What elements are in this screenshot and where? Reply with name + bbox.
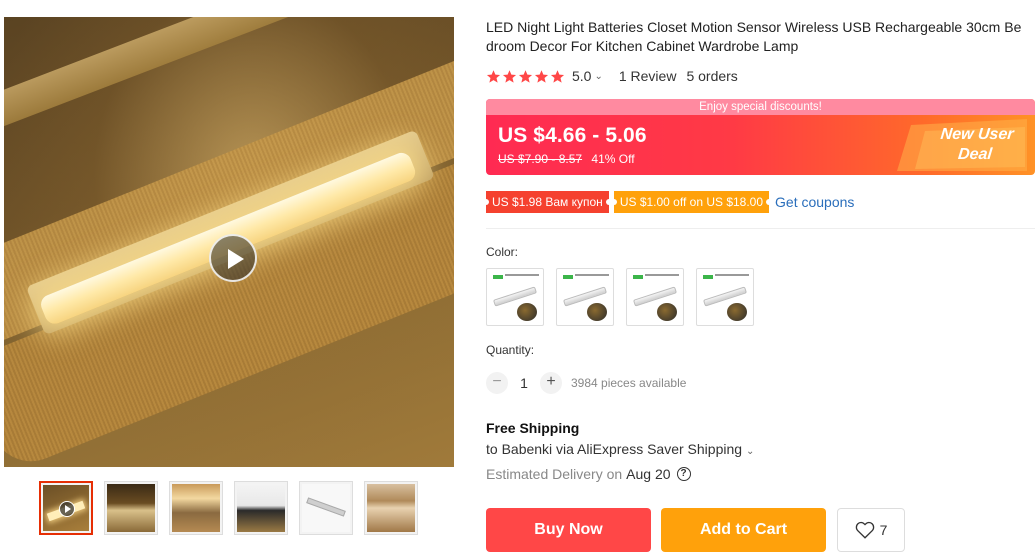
- rating-stars: [486, 69, 565, 84]
- quantity-decrease-button[interactable]: −: [486, 372, 508, 394]
- star-icon: [518, 69, 533, 83]
- reviews-link[interactable]: 1 Review: [619, 68, 677, 84]
- swatch-tag: [493, 275, 503, 279]
- chevron-down-icon[interactable]: ⌄: [594, 71, 602, 82]
- play-icon: [228, 249, 244, 269]
- thumbnail-2[interactable]: [104, 481, 158, 535]
- swatch-caption: [715, 274, 749, 276]
- quantity-stepper: − 1 + 3984 pieces available: [486, 372, 686, 394]
- thumbnail-3[interactable]: [169, 481, 223, 535]
- quantity-label: Quantity:: [486, 343, 535, 357]
- promo-price-banner: Enjoy special discounts! US $4.66 - 5.06…: [486, 99, 1035, 175]
- shipping-detail: to Babenki via AliExpress Saver Shipping: [486, 441, 743, 457]
- thumbnail-6[interactable]: [364, 481, 418, 535]
- product-title-line-2: droom Decor For Kitchen Cabinet Wardrobe…: [486, 38, 799, 54]
- star-icon: [534, 69, 549, 83]
- product-title-line-1: LED Night Light Batteries Closet Motion …: [486, 19, 1022, 35]
- rating-value[interactable]: 5.0: [572, 68, 591, 84]
- divider: [486, 228, 1035, 229]
- thumbnail-image: [172, 484, 220, 532]
- play-video-button[interactable]: [209, 234, 257, 282]
- current-price: US $4.66 - 5.06: [498, 124, 647, 147]
- swatch-light-dot: [587, 303, 607, 321]
- play-icon: [59, 501, 75, 517]
- shipping-title: Free Shipping: [486, 420, 580, 436]
- coupon-row: US $1.98 Вам купон US $1.00 off on US $1…: [483, 191, 854, 213]
- coupon-select[interactable]: US $1.00 off on US $18.00: [610, 191, 773, 213]
- chevron-down-icon: ⌄: [746, 446, 755, 457]
- add-to-cart-button[interactable]: Add to Cart: [661, 508, 826, 552]
- price-sub: US $7.90 - 8.57 41% Off: [498, 152, 635, 166]
- main-product-image[interactable]: [4, 17, 454, 467]
- wishlist-count: 7: [879, 522, 888, 538]
- heart-icon: [855, 521, 874, 539]
- estimated-delivery: Estimated Delivery on Aug 20 ?: [486, 466, 691, 482]
- swatch-light-dot: [657, 303, 677, 321]
- swatch-caption: [645, 274, 679, 276]
- color-label: Color:: [486, 245, 519, 259]
- rating-row: 5.0 ⌄ 1 Review 5 orders: [486, 67, 738, 85]
- star-icon: [550, 69, 565, 83]
- buy-now-button[interactable]: Buy Now: [486, 508, 651, 552]
- swatch-caption: [575, 274, 609, 276]
- thumbnail-video[interactable]: [39, 481, 93, 535]
- product-title: LED Night Light Batteries Closet Motion …: [486, 18, 1031, 56]
- swatch-tag: [633, 275, 643, 279]
- color-swatch-4[interactable]: [696, 268, 754, 326]
- color-swatch-3[interactable]: [626, 268, 684, 326]
- coupon-store[interactable]: US $1.98 Вам купон: [483, 191, 612, 213]
- swatch-tag: [703, 275, 713, 279]
- thumbnail-5[interactable]: [299, 481, 353, 535]
- discount-percent: 41% Off: [591, 152, 635, 166]
- new-user-deal-text: New User Deal: [924, 125, 1028, 165]
- help-icon[interactable]: ?: [676, 467, 691, 481]
- color-swatch-1[interactable]: [486, 268, 544, 326]
- get-coupons-link[interactable]: Get coupons: [775, 194, 854, 210]
- swatch-caption: [505, 274, 539, 276]
- thumbnail-image: [367, 484, 415, 532]
- quantity-increase-button[interactable]: +: [540, 372, 562, 394]
- deal-line-2: Deal: [957, 146, 993, 163]
- color-swatch-2[interactable]: [556, 268, 614, 326]
- swatch-light-dot: [727, 303, 747, 321]
- delivery-date: Aug 20: [626, 466, 671, 482]
- pieces-available: 3984 pieces available: [571, 376, 687, 390]
- orders-count: 5 orders: [686, 68, 738, 84]
- quantity-input[interactable]: 1: [508, 375, 540, 391]
- wishlist-button[interactable]: 7: [837, 508, 905, 552]
- thumbnail-image: [107, 484, 155, 532]
- shipping-method[interactable]: to Babenki via AliExpress Saver Shipping…: [486, 441, 754, 457]
- star-icon: [486, 69, 501, 83]
- thumbnail-4[interactable]: [234, 481, 288, 535]
- star-icon: [502, 69, 517, 83]
- delivery-label: Estimated Delivery on: [486, 466, 623, 482]
- swatch-tag: [563, 275, 573, 279]
- promo-top-text: Enjoy special discounts!: [486, 99, 1035, 115]
- swatch-light-dot: [517, 303, 537, 321]
- deal-line-1: New User: [939, 126, 1015, 143]
- thumbnail-image: [237, 484, 285, 532]
- old-price: US $7.90 - 8.57: [498, 152, 583, 166]
